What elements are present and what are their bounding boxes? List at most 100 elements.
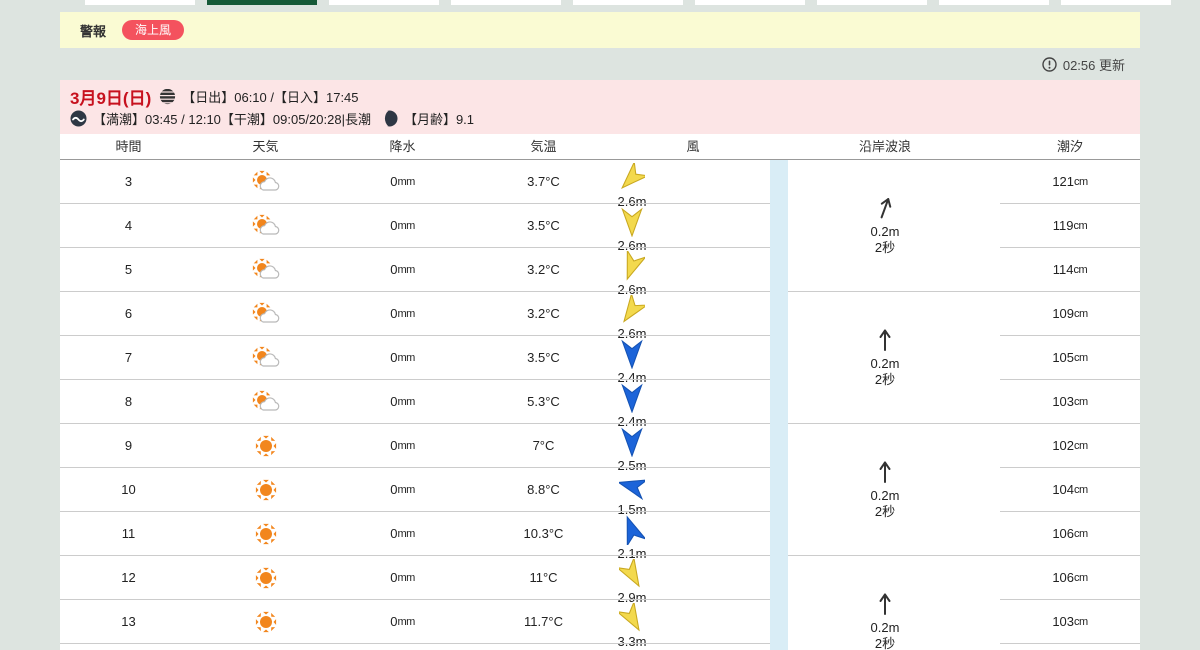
table-row: 5 0 mm 3.2°C 2.6m xyxy=(60,248,770,297)
wind-cell: 2.5m xyxy=(602,424,662,473)
wave-group: 0.2m 2秒 xyxy=(788,160,1140,292)
tide-times-text: 【満潮】03:45 / 12:10【干潮】09:05/20:28|長潮 xyxy=(93,111,371,127)
header-waves: 沿岸波浪 xyxy=(858,139,911,154)
table-row: 11 0 mm 10.3°C 2.1m xyxy=(60,512,770,561)
wind-cell: 2.1m xyxy=(602,512,662,561)
wind-arrow-icon xyxy=(619,292,650,328)
table-header: 時間 天気 降水 気温 風 沿岸波浪 潮汐 xyxy=(60,134,1140,160)
wind-arrow-icon xyxy=(619,383,645,416)
temp-cell: 8.8°C xyxy=(527,482,560,497)
top-tab-3[interactable] xyxy=(451,0,561,5)
top-tab-bar xyxy=(85,0,1171,5)
sun-icon xyxy=(197,600,334,643)
hour-cell: 3 xyxy=(124,174,133,189)
top-tab-6[interactable] xyxy=(817,0,927,5)
hour-cell: 8 xyxy=(124,394,133,409)
wind-cell: 2.6m xyxy=(602,204,662,253)
sun-behind-cloud-icon xyxy=(197,248,334,291)
precip-cell: 0 mm xyxy=(390,306,415,321)
table-row: 7 0 mm 3.5°C 2.4m xyxy=(60,336,770,385)
precip-cell: 0 mm xyxy=(390,394,415,409)
tide-wave-icon xyxy=(70,110,87,127)
header-temp: 気温 xyxy=(530,139,557,154)
top-tab-7[interactable] xyxy=(939,0,1049,5)
hour-cell: 13 xyxy=(121,614,136,629)
warning-banner: 警報 海上風 xyxy=(60,12,1140,48)
wave-arrow-icon xyxy=(877,460,893,488)
header-precip: 降水 xyxy=(389,139,416,154)
sun-behind-cloud-icon xyxy=(197,292,334,335)
wave-height: 0.2m xyxy=(870,619,900,635)
table-row: 4 0 mm 3.5°C 2.6m xyxy=(60,204,770,253)
wind-cell: 2.4m xyxy=(602,380,662,429)
wave-period: 2秒 xyxy=(874,635,896,650)
temp-cell: 11.7°C xyxy=(524,614,563,629)
sunrise-icon xyxy=(159,88,176,105)
wind-cell: 2.6m xyxy=(602,160,662,209)
hour-cell: 7 xyxy=(124,350,133,365)
precip-cell: 0 mm xyxy=(390,570,415,585)
header-weather: 天気 xyxy=(252,139,279,154)
header-wind: 風 xyxy=(686,139,700,154)
sun-icon xyxy=(197,512,334,555)
header-tide: 潮汐 xyxy=(1056,139,1083,154)
wave-group: 0.2m 2秒 xyxy=(788,424,1140,556)
wave-arrow-icon xyxy=(877,196,893,224)
temp-cell: 7°C xyxy=(532,438,555,453)
date-text: 3月9日(日) xyxy=(70,88,152,108)
hour-cell: 5 xyxy=(124,262,133,277)
hour-cell: 4 xyxy=(124,218,133,233)
tide-line: 【満潮】03:45 / 12:10【干潮】09:05/20:28|長潮 【月齢】… xyxy=(70,107,1140,129)
wave-period: 2秒 xyxy=(874,239,896,255)
update-status: 02:56 更新 xyxy=(1042,55,1125,73)
top-tab-2[interactable] xyxy=(329,0,439,5)
hour-cell: 10 xyxy=(121,482,136,497)
alert-circle-icon[interactable] xyxy=(1042,56,1057,72)
top-tab-5[interactable] xyxy=(695,0,805,5)
temp-cell: 3.2°C xyxy=(527,262,560,277)
table-row: 8 0 mm 5.3°C 2.4m xyxy=(60,380,770,429)
sun-icon xyxy=(197,556,334,599)
wave-height: 0.2m xyxy=(870,223,900,239)
moon-age-text: 【月齢】9.1 xyxy=(403,111,475,127)
precip-cell: 0 mm xyxy=(390,218,415,233)
precip-cell: 0 mm xyxy=(390,174,415,189)
sun-behind-cloud-icon xyxy=(197,204,334,247)
date-banner: 3月9日(日) 【日出】06:10 /【日入】17:45 【満潮】03:45 /… xyxy=(60,80,1140,134)
table-row: 12 0 mm 11°C 2.9m xyxy=(60,556,770,605)
hour-cell: 6 xyxy=(124,306,133,321)
top-tab-1[interactable] xyxy=(207,0,317,5)
wave-group: 0.2m 2秒 xyxy=(788,292,1140,424)
table-row: 3 0 mm 3.7°C 2.6m xyxy=(60,160,770,209)
wind-cell: 2.9m xyxy=(602,556,662,605)
table-body: 3 0 mm 3.7°C 2.6m 121 cm 4 0 mm 3.5°C 2.6m 119 cm… xyxy=(60,160,1140,650)
temp-cell: 3.7°C xyxy=(527,174,560,189)
wave-arrow-icon xyxy=(877,328,893,356)
wind-arrow-icon xyxy=(617,471,649,504)
top-tab-8[interactable] xyxy=(1061,0,1171,5)
wind-cell: 3.3m xyxy=(602,600,662,649)
date-line: 3月9日(日) 【日出】06:10 /【日入】17:45 xyxy=(70,85,1140,108)
sunrise-sunset-text: 【日出】06:10 /【日入】17:45 xyxy=(182,89,359,105)
table-row: 13 0 mm 11.7°C 3.3m xyxy=(60,600,770,649)
precip-cell: 0 mm xyxy=(390,350,415,365)
precip-cell: 0 mm xyxy=(390,482,415,497)
temp-cell: 3.2°C xyxy=(527,306,560,321)
wind-arrow-icon xyxy=(619,515,648,548)
sun-icon xyxy=(197,468,334,511)
wind-arrow-icon xyxy=(615,600,645,636)
top-tab-0[interactable] xyxy=(85,0,195,5)
wind-arrow-icon xyxy=(615,556,645,592)
column-divider-strip xyxy=(770,160,788,650)
temp-cell: 10.3°C xyxy=(523,526,564,541)
wind-arrow-icon xyxy=(619,160,650,196)
precip-cell: 0 mm xyxy=(390,438,415,453)
hour-cell: 12 xyxy=(121,570,136,585)
table-row: 10 0 mm 8.8°C 1.5m xyxy=(60,468,770,517)
top-tab-4[interactable] xyxy=(573,0,683,5)
sea-wind-warning-badge[interactable]: 海上風 xyxy=(122,20,185,40)
hour-cell: 11 xyxy=(121,526,136,541)
wave-height: 0.2m xyxy=(870,355,900,371)
wave-period: 2秒 xyxy=(874,503,896,519)
sun-behind-cloud-icon xyxy=(197,336,334,379)
